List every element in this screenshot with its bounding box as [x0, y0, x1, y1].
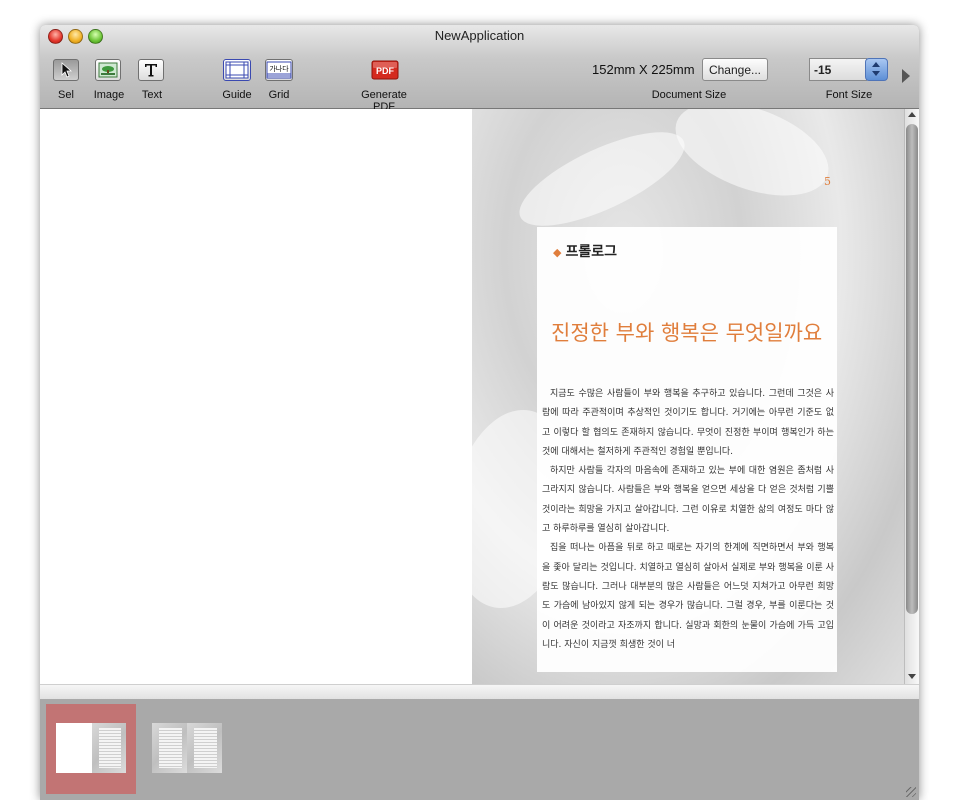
text-tool-button[interactable] — [138, 59, 164, 81]
grid-icon: 가나다 — [266, 61, 292, 79]
page-number: 5 — [824, 175, 831, 188]
grid-icon-text: 가나다 — [269, 64, 289, 73]
thumbnail-right-page — [187, 723, 222, 773]
titlebar-toolbar: NewApplication Sel Image Text Guide 가나다 … — [40, 25, 919, 113]
sel-tool-button[interactable] — [53, 59, 79, 81]
app-window: NewApplication Sel Image Text Guide 가나다 … — [40, 25, 919, 800]
body-text: 지금도 수많은 사람들이 부와 행복을 추구하고 있습니다. 그런데 그것은 사… — [542, 385, 834, 655]
thumbnail-right-page — [92, 723, 126, 773]
thumbnail-left-page — [56, 723, 92, 773]
paragraph: 하지만 사람들 각자의 마음속에 존재하고 있는 부에 대한 염원은 좀처럼 사… — [542, 466, 834, 535]
page-thumbnails — [40, 699, 919, 800]
pdf-icon-text: PDF — [376, 66, 395, 76]
thumbnail-left-page — [152, 723, 187, 773]
pdf-icon: PDF — [371, 60, 399, 80]
text-tool-label: Text — [141, 89, 163, 101]
thumbnail-text-lines — [159, 728, 182, 768]
scroll-up-arrow-icon[interactable] — [908, 112, 916, 117]
headline: 진정한 부와 행복은 무엇일까요 — [551, 321, 823, 345]
guide-tool-button[interactable] — [223, 59, 251, 81]
change-size-button[interactable]: Change... — [702, 58, 768, 81]
section-heading: ◆ 프롤로그 — [553, 241, 617, 261]
right-page: 5 ◆ 프롤로그 진정한 부와 행복은 무엇일까요 지금도 수많은 사람들이 부와… — [472, 109, 904, 684]
document-size-value: 152mm X 225mm — [592, 62, 695, 77]
diamond-bullet-icon: ◆ — [553, 246, 562, 259]
window-title: NewApplication — [434, 28, 525, 43]
document-size-label: Document Size — [651, 89, 727, 101]
page-texture — [507, 113, 697, 245]
thumbnail-page-2[interactable] — [152, 723, 222, 773]
landscape-image-icon — [98, 62, 118, 78]
section-title: 프롤로그 — [565, 244, 617, 260]
vertical-scrollbar[interactable] — [904, 109, 919, 684]
thumbnail-text-lines — [98, 728, 121, 768]
paragraph: 집을 떠나는 아픔을 뒤로 하고 때로는 자기의 한계에 직면하면서 부와 행복… — [542, 543, 834, 650]
thumbnail-text-lines — [194, 728, 217, 768]
font-size-field[interactable]: -15 — [809, 58, 867, 81]
document-canvas[interactable]: 5 ◆ 프롤로그 진정한 부와 행복은 무엇일까요 지금도 수많은 사람들이 부와… — [40, 109, 904, 684]
font-size-label: Font Size — [825, 89, 873, 101]
grid-tool-label: Grid — [268, 89, 290, 101]
paragraph: 지금도 수많은 사람들이 부와 행복을 추구하고 있습니다. 그런데 그것은 사… — [542, 389, 834, 457]
generate-pdf-button[interactable]: PDF — [370, 59, 400, 81]
image-tool-button[interactable] — [95, 59, 121, 81]
stepper-up-icon[interactable] — [872, 62, 880, 67]
scroll-down-arrow-icon[interactable] — [908, 674, 916, 679]
grid-tool-button[interactable]: 가나다 — [265, 59, 293, 81]
guide-grid-icon — [225, 61, 249, 79]
font-size-stepper[interactable] — [865, 58, 888, 81]
arrow-cursor-icon — [61, 62, 73, 78]
thumbnail-selected[interactable] — [46, 704, 136, 794]
horizontal-divider — [40, 684, 919, 699]
stepper-down-icon[interactable] — [872, 71, 880, 76]
resize-grip-icon[interactable] — [906, 787, 916, 797]
scroll-thumb[interactable] — [906, 124, 918, 614]
page-texture — [663, 109, 841, 214]
text-box[interactable]: ◆ 프롤로그 진정한 부와 행복은 무엇일까요 지금도 수많은 사람들이 부와 행… — [537, 227, 837, 672]
toolbar-overflow-chevron-icon[interactable] — [902, 69, 910, 83]
text-t-icon — [145, 64, 157, 77]
